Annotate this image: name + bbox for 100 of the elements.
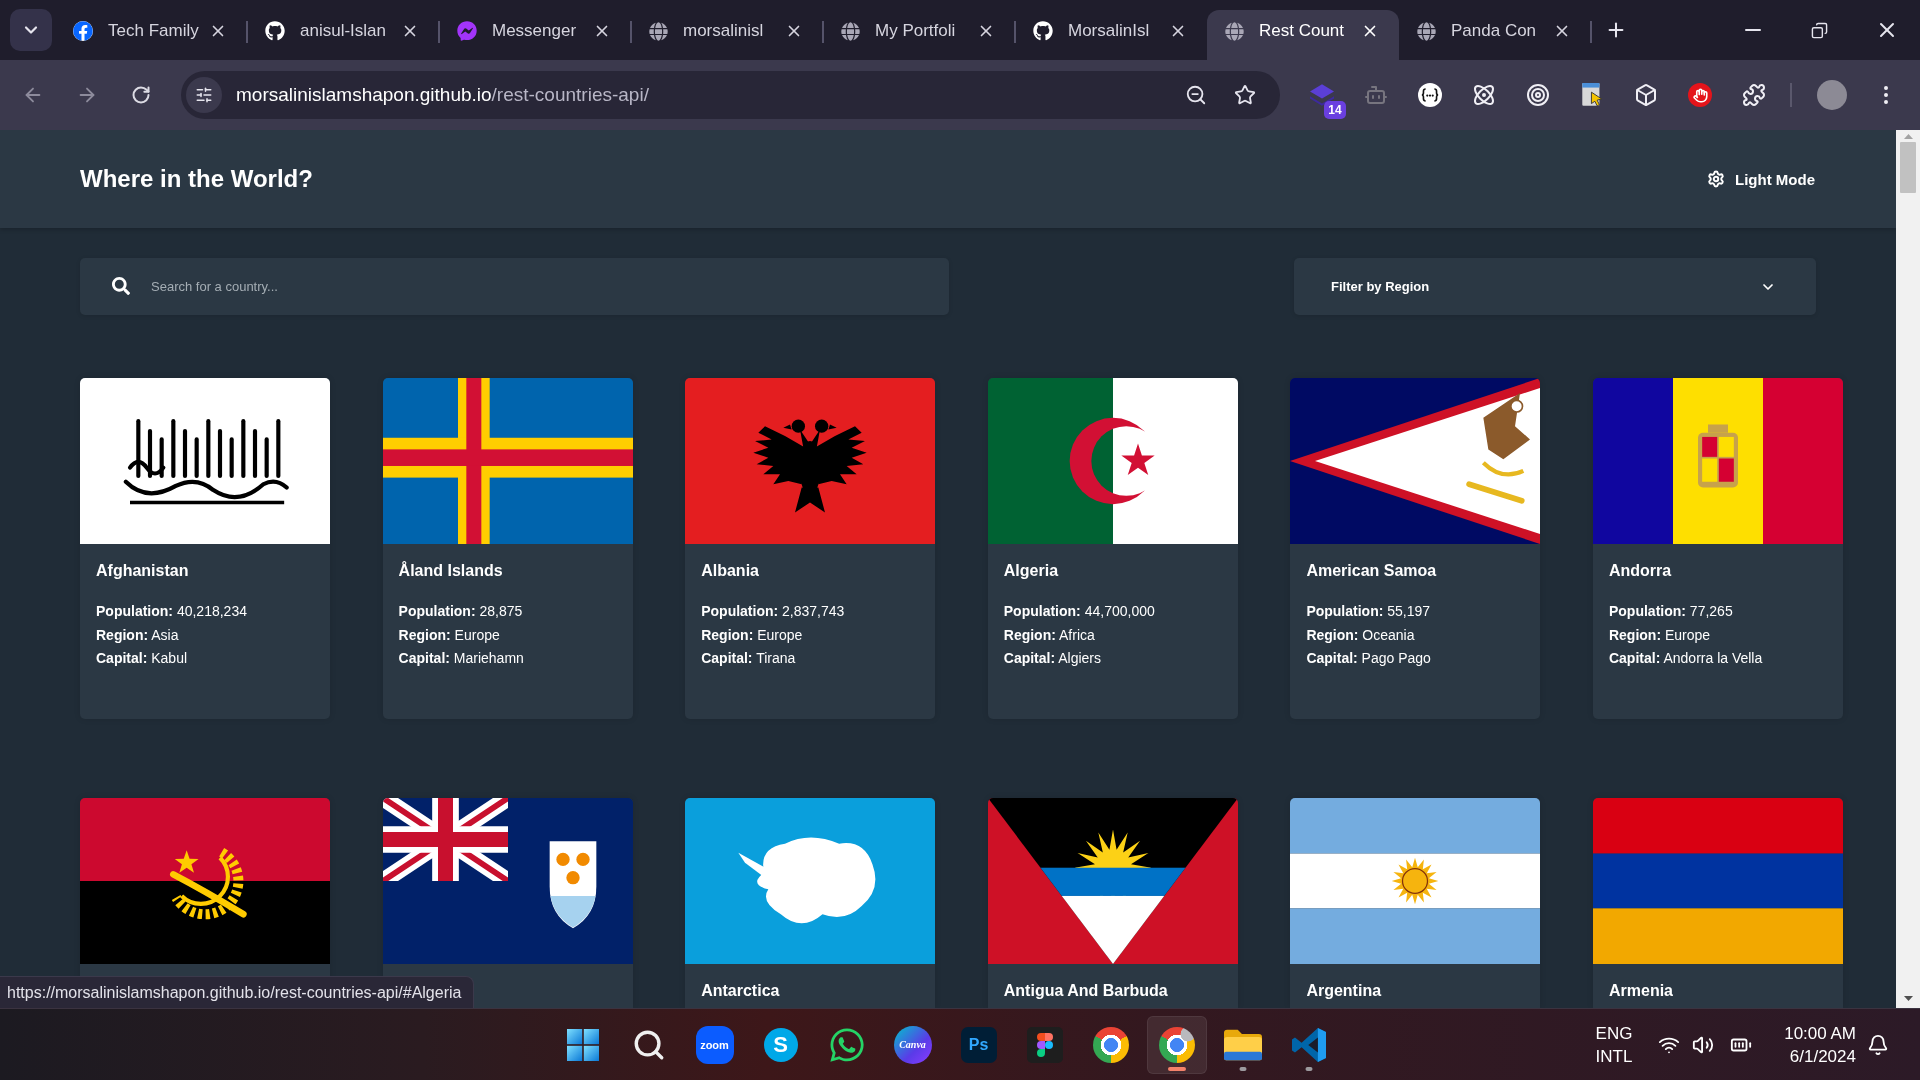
browser-tab[interactable]: morsalinisl: [631, 10, 823, 60]
country-name: Antarctica: [701, 982, 781, 1000]
country-card[interactable]: Albania Population: 2,837,743 Region: Europe Capital: Tirana: [685, 378, 936, 719]
country-card[interactable]: Antarctica: [685, 798, 936, 1008]
country-detail: Population: 40,218,234: [96, 602, 248, 621]
github-icon: [1033, 21, 1053, 41]
country-name: Argentina: [1306, 982, 1383, 1000]
country-detail: Capital: Pago Pago: [1306, 649, 1432, 668]
skype-logo: S: [763, 1027, 798, 1062]
gear-icon: [1707, 170, 1725, 188]
country-detail: Population: 28,875: [398, 602, 524, 621]
scrollbar[interactable]: [1896, 130, 1920, 1008]
photoshop-logo: Ps: [960, 1026, 997, 1063]
browser-tab[interactable]: Tech Family: [55, 10, 247, 60]
country-detail: Capital: Kabul: [96, 649, 189, 668]
country-name: Armenia: [1608, 982, 1674, 1000]
canva-logo: Canva: [893, 1025, 932, 1064]
country-detail: Region: Asia: [96, 625, 180, 645]
country-card[interactable]: Åland Islands Population: 28,875 Region: Europe Capital: Mariehamn: [382, 378, 633, 719]
menu-icon: [1884, 86, 1888, 104]
reload-icon: [131, 85, 151, 105]
country-detail: Region: Europe: [1608, 625, 1712, 645]
taskbar-app-button[interactable]: Canva: [882, 1015, 943, 1074]
windows-logo-icon: [566, 1028, 599, 1061]
theme-toggle-button[interactable]: Light Mode: [1707, 166, 1815, 192]
country-card[interactable]: Andorra Population: 77,265 Region: Europe Capital: Andorra la Vella: [1592, 378, 1843, 719]
country-detail: Population: 44,700,000: [1003, 602, 1156, 621]
address-bar[interactable]: morsalinislamshapon.github.io/rest-countries-api/: [181, 71, 1280, 119]
country-card[interactable]: Antigua And Barbuda: [987, 798, 1238, 1008]
whatsapp-icon: [827, 1025, 866, 1064]
search-icon: [112, 277, 130, 295]
country-card[interactable]: Armenia: [1592, 798, 1843, 1008]
country-detail: Population: 77,265: [1608, 602, 1734, 621]
country-detail: Region: Oceania: [1306, 625, 1416, 645]
layers-icon: [1310, 84, 1334, 106]
country-name: Åland Islands: [398, 562, 504, 580]
country-name: Antigua And Barbuda: [1003, 982, 1169, 1000]
country-detail: Population: 55,197: [1306, 602, 1432, 621]
language-button[interactable]: ENG INTL: [1586, 1016, 1642, 1073]
running-indicator-icon: [1305, 1066, 1312, 1071]
region-filter-dropdown[interactable]: Filter by Region: [1294, 258, 1816, 315]
country-card[interactable]: American Samoa Population: 55,197 Region: Oceania Capital: Pago Pago: [1290, 378, 1541, 719]
country-name: Afghanistan: [96, 562, 190, 580]
count-badge: 14: [1324, 101, 1346, 119]
vscode-icon: [1291, 1027, 1326, 1062]
atom-icon: [1472, 83, 1496, 107]
folder-icon: [1223, 1028, 1262, 1061]
restore-icon: [1811, 21, 1828, 39]
country-detail: Region: Europe: [701, 625, 804, 645]
browser-tab[interactable]: MorsalinIsl: [1015, 10, 1207, 60]
globe-icon: [1417, 21, 1436, 41]
country-name: Albania: [701, 562, 760, 580]
country-card[interactable]: Algeria Population: 44,700,000 Region: Africa Capital: Algiers: [987, 378, 1238, 719]
country-card[interactable]: Argentina: [1290, 798, 1541, 1008]
browser-tab[interactable]: Rest Count: [1207, 10, 1399, 60]
globe-icon: [1225, 21, 1244, 41]
page-title: Where in the World?: [80, 165, 313, 193]
country-detail: Capital: Mariehamn: [398, 649, 525, 668]
taskbar-app-button[interactable]: [1146, 1015, 1207, 1074]
scroll-down-icon[interactable]: [1903, 996, 1913, 1001]
github-icon: [265, 21, 285, 41]
minimize-icon: [1744, 29, 1761, 31]
star-icon: [1234, 84, 1256, 106]
country-detail: Capital: Tirana: [701, 649, 797, 668]
chrome-icon: [1158, 1026, 1195, 1063]
target-icon: [1526, 83, 1550, 107]
tab-search-button[interactable]: [10, 9, 52, 51]
url-text: morsalinislamshapon.github.io/rest-countries-api/: [236, 84, 650, 106]
country-name: American Samoa: [1306, 562, 1438, 580]
sliders-icon: [195, 86, 213, 104]
browser-tab[interactable]: Messenger: [439, 10, 631, 60]
clock-button[interactable]: 10:00 AM 6/1/2024: [1769, 1016, 1865, 1073]
country-detail: Region: Africa: [1003, 625, 1096, 645]
page-cursor-icon: [1581, 83, 1603, 107]
country-name: Algeria: [1003, 562, 1060, 580]
browser-tab[interactable]: Panda Con: [1399, 10, 1591, 60]
stop-hand-icon: [1688, 83, 1712, 107]
zoom-logo: zoom: [695, 1025, 734, 1064]
browser-tab[interactable]: anisul-Islan: [247, 10, 439, 60]
running-indicator-icon: [1239, 1066, 1246, 1071]
site-info-button[interactable]: [186, 77, 222, 113]
taskbar-app-button[interactable]: zoom: [684, 1015, 745, 1074]
country-detail: Population: 2,837,743: [701, 602, 846, 621]
running-indicator-icon: [1167, 1066, 1186, 1071]
taskbar-app-button[interactable]: Ps: [948, 1015, 1009, 1074]
browser-tab[interactable]: My Portfoli: [823, 10, 1015, 60]
facebook-icon: [73, 21, 93, 41]
country-detail: Region: Europe: [398, 625, 501, 645]
robot-icon: [1364, 83, 1388, 107]
country-card[interactable]: Afghanistan Population: 40,218,234 Region: Asia Capital: Kabul: [80, 378, 330, 719]
zoom-out-icon: [1185, 84, 1207, 106]
puzzle-icon: [1742, 83, 1766, 107]
scrollbar-thumb[interactable]: [1900, 142, 1916, 193]
globe-icon: [841, 21, 860, 41]
country-detail: Capital: Algiers: [1003, 649, 1103, 668]
country-detail: Capital: Andorra la Vella: [1608, 649, 1764, 668]
chrome-icon: [1092, 1026, 1129, 1063]
search-field[interactable]: Search for a country...: [80, 258, 949, 315]
braces-icon: [1418, 83, 1442, 107]
link-url-tooltip: https://morsalinislamshapon.github.io/rest-countries-api/#Algeria: [0, 976, 475, 1008]
